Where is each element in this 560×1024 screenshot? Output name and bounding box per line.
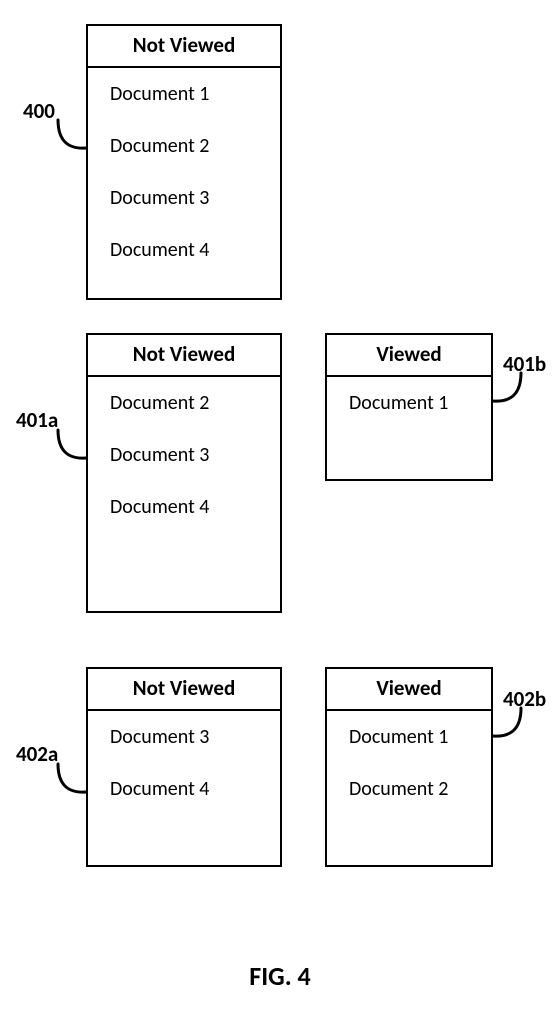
lead-line-icon — [489, 706, 523, 746]
box-400-body: Document 1 Document 2 Document 3 Documen… — [88, 68, 280, 262]
box-401b-title: Viewed — [327, 335, 491, 377]
box-400: Not Viewed Document 1 Document 2 Documen… — [86, 24, 282, 300]
box-402a: Not Viewed Document 3 Document 4 — [86, 667, 282, 867]
box-402a-title: Not Viewed — [88, 669, 280, 711]
box-402a-body: Document 3 Document 4 — [88, 711, 280, 801]
list-item: Document 4 — [110, 238, 280, 262]
box-401b: Viewed Document 1 — [325, 333, 493, 481]
lead-line-icon — [56, 762, 90, 802]
list-item: Document 4 — [110, 495, 280, 519]
list-item: Document 1 — [349, 725, 491, 749]
figure-caption: FIG. 4 — [0, 960, 560, 992]
list-item: Document 1 — [349, 391, 491, 415]
box-400-title: Not Viewed — [88, 26, 280, 68]
list-item: Document 3 — [110, 186, 280, 210]
ref-400: 400 — [23, 98, 55, 124]
list-item: Document 1 — [110, 82, 280, 106]
list-item: Document 2 — [110, 391, 280, 415]
box-402b-body: Document 1 Document 2 — [327, 711, 491, 801]
lead-line-icon — [489, 371, 523, 411]
box-402b: Viewed Document 1 Document 2 — [325, 667, 493, 867]
box-401a-title: Not Viewed — [88, 335, 280, 377]
ref-401a: 401a — [16, 407, 58, 433]
list-item: Document 3 — [110, 725, 280, 749]
lead-line-icon — [56, 428, 90, 468]
lead-line-icon — [56, 118, 90, 158]
list-item: Document 4 — [110, 777, 280, 801]
list-item: Document 2 — [110, 134, 280, 158]
box-401b-body: Document 1 — [327, 377, 491, 415]
list-item: Document 3 — [110, 443, 280, 467]
ref-402a: 402a — [16, 741, 58, 767]
box-401a: Not Viewed Document 2 Document 3 Documen… — [86, 333, 282, 613]
box-401a-body: Document 2 Document 3 Document 4 — [88, 377, 280, 519]
box-402b-title: Viewed — [327, 669, 491, 711]
list-item: Document 2 — [349, 777, 491, 801]
